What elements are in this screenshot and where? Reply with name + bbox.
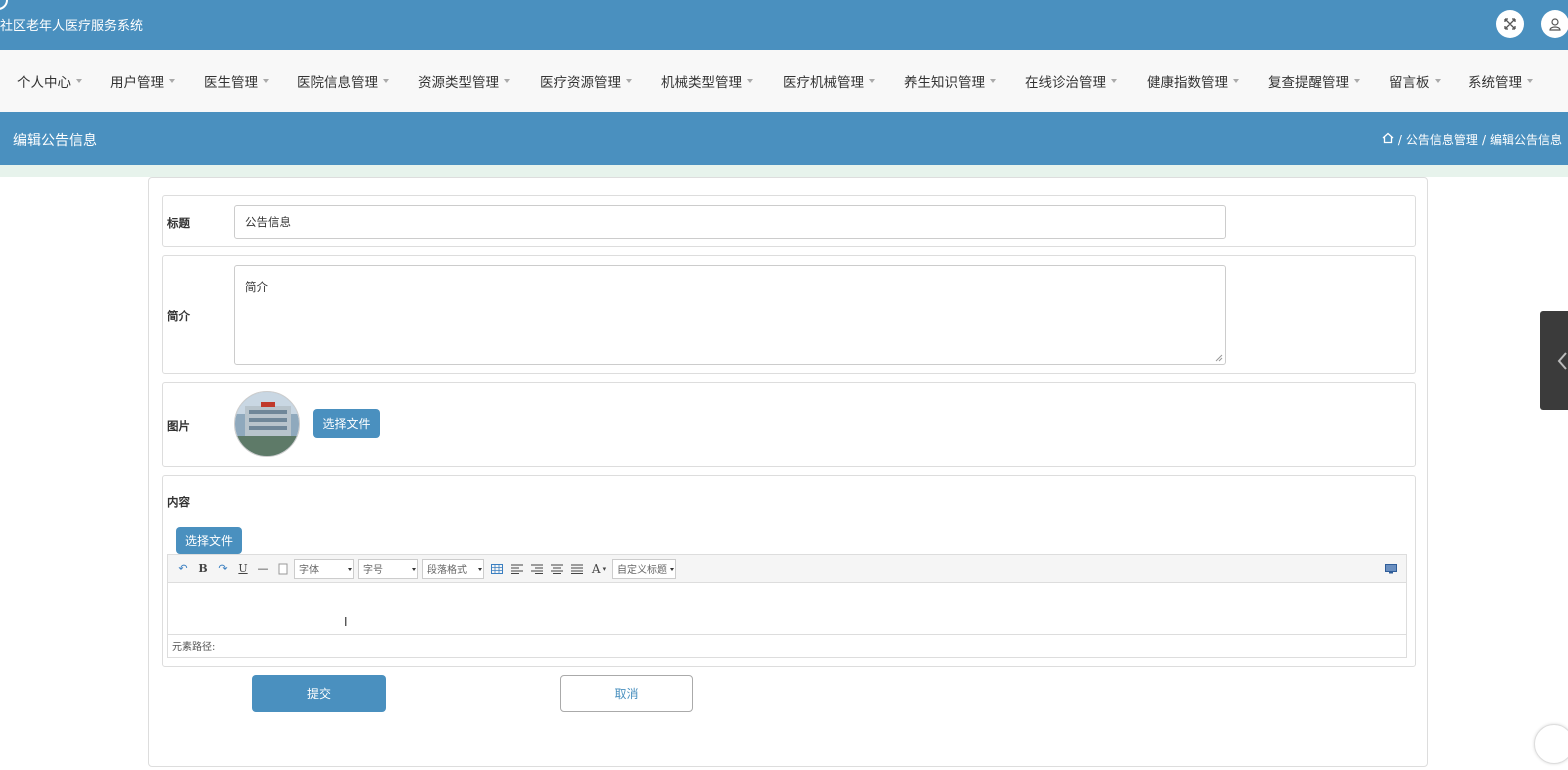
logo-icon: [0, 0, 8, 10]
align-left-icon[interactable]: [508, 560, 526, 578]
intro-textarea[interactable]: 简介: [234, 265, 1226, 365]
chevron-down-icon: [263, 79, 269, 83]
intro-label: 简介: [167, 309, 190, 323]
text-cursor-icon: I: [344, 615, 348, 629]
editor-content-area[interactable]: I: [168, 583, 1406, 635]
nav-item-doctor-management[interactable]: 医生管理: [204, 71, 297, 91]
page-header: 编辑公告信息 / 公告信息管理 / 编辑公告信息: [0, 112, 1568, 165]
title-label: 标题: [167, 216, 190, 230]
page-title: 编辑公告信息: [13, 133, 97, 149]
submit-button[interactable]: 提交: [252, 675, 386, 712]
breadcrumb-item[interactable]: 公告信息管理: [1406, 131, 1478, 148]
home-icon[interactable]: [1382, 132, 1394, 147]
nav-item-message-board[interactable]: 留言板: [1389, 71, 1468, 91]
resize-handle-icon: [1215, 354, 1223, 362]
align-justify-icon[interactable]: [568, 560, 586, 578]
rich-text-editor: ↶ B ↷ U — 字体 字号 段落格式 A ▾ 自定义标题 I 元素路径:: [167, 554, 1407, 658]
content-choose-file-button[interactable]: 选择文件: [176, 527, 242, 554]
form-card: 标题 公告信息 简介 简介 图片 选择文件 内容 选择文件 ↶ B ↷ U — …: [148, 177, 1428, 767]
main-nav: 个人中心 用户管理 医生管理 医院信息管理 资源类型管理 医疗资源管理 机械类型…: [0, 50, 1568, 112]
chevron-down-icon: [169, 79, 175, 83]
image-row: 图片 选择文件: [162, 382, 1416, 467]
chevron-left-icon: [1557, 352, 1567, 370]
nav-item-personal-center[interactable]: 个人中心: [17, 71, 110, 91]
horizontal-rule-icon[interactable]: —: [254, 560, 272, 578]
chevron-down-icon: [990, 79, 996, 83]
nav-item-system-management[interactable]: 系统管理: [1468, 71, 1548, 91]
chevron-down-icon: [1354, 79, 1360, 83]
chevron-down-icon: [1233, 79, 1239, 83]
breadcrumb-item-current: 编辑公告信息: [1489, 133, 1562, 147]
title-input[interactable]: 公告信息: [234, 205, 1226, 239]
title-row: 标题 公告信息: [162, 195, 1416, 247]
image-choose-file-button[interactable]: 选择文件: [313, 409, 380, 438]
content-row: 内容 选择文件 ↶ B ↷ U — 字体 字号 段落格式 A ▾ 自定义标题 I…: [162, 475, 1416, 667]
chevron-down-icon: [1527, 79, 1533, 83]
fullscreen-editor-icon[interactable]: [1382, 560, 1400, 578]
chevron-down-icon: [383, 79, 389, 83]
nav-item-resource-type[interactable]: 资源类型管理: [418, 71, 540, 91]
table-icon[interactable]: [488, 560, 506, 578]
chevron-down-icon: [76, 79, 82, 83]
nav-item-recheck-reminder[interactable]: 复查提醒管理: [1268, 71, 1389, 91]
nav-item-machine-type[interactable]: 机械类型管理: [661, 71, 783, 91]
chevron-down-icon: [626, 79, 632, 83]
editor-status-bar: 元素路径:: [172, 642, 216, 653]
chevron-down-icon: [478, 567, 482, 571]
user-icon[interactable]: [1541, 10, 1568, 38]
nav-item-user-management[interactable]: 用户管理: [110, 71, 204, 91]
nav-item-medical-resource[interactable]: 医疗资源管理: [540, 71, 661, 91]
align-right-icon[interactable]: [528, 560, 546, 578]
editor-toolbar: ↶ B ↷ U — 字体 字号 段落格式 A ▾ 自定义标题: [168, 555, 1406, 583]
image-label: 图片: [167, 419, 190, 433]
bold-icon[interactable]: B: [194, 560, 212, 578]
chevron-down-icon: [348, 567, 352, 571]
nav-item-medical-machine[interactable]: 医疗机械管理: [783, 71, 904, 91]
content-label: 内容: [167, 495, 190, 509]
intro-text: 简介: [245, 280, 268, 294]
chevron-down-icon: [869, 79, 875, 83]
page-icon[interactable]: [274, 560, 292, 578]
breadcrumb: / 公告信息管理 / 编辑公告信息: [1382, 131, 1562, 148]
fullscreen-icon[interactable]: [1496, 10, 1524, 38]
chevron-down-icon: [504, 79, 510, 83]
cancel-button[interactable]: 取消: [560, 675, 693, 712]
image-preview: [234, 391, 300, 457]
nav-item-health-knowledge[interactable]: 养生知识管理: [904, 71, 1025, 91]
chevron-down-icon: [412, 567, 416, 571]
divider-stripe: [0, 165, 1568, 177]
intro-row: 简介 简介: [162, 255, 1416, 374]
underline-icon[interactable]: U: [234, 560, 252, 578]
top-bar: 社区老年人医疗服务系统: [0, 0, 1568, 50]
floating-action-button[interactable]: [1534, 724, 1568, 764]
chevron-down-icon: [1111, 79, 1117, 83]
font-family-select[interactable]: 字体: [294, 558, 354, 579]
custom-heading-select[interactable]: 自定义标题: [612, 558, 676, 579]
redo-icon[interactable]: ↷: [214, 560, 232, 578]
font-color-icon[interactable]: A ▾: [588, 560, 610, 578]
paragraph-format-select[interactable]: 段落格式: [422, 558, 484, 579]
chevron-down-icon: [670, 567, 674, 571]
app-title: 社区老年人医疗服务系统: [0, 19, 144, 34]
chevron-down-icon: [1434, 79, 1441, 83]
chevron-down-icon: [747, 79, 753, 83]
nav-item-health-index[interactable]: 健康指数管理: [1147, 71, 1268, 91]
nav-item-online-diagnosis[interactable]: 在线诊治管理: [1025, 71, 1147, 91]
align-center-icon[interactable]: [548, 560, 566, 578]
side-drawer-toggle[interactable]: [1540, 311, 1568, 410]
undo-icon[interactable]: ↶: [174, 560, 192, 578]
font-size-select[interactable]: 字号: [358, 558, 418, 579]
nav-item-hospital-info[interactable]: 医院信息管理: [297, 71, 418, 91]
